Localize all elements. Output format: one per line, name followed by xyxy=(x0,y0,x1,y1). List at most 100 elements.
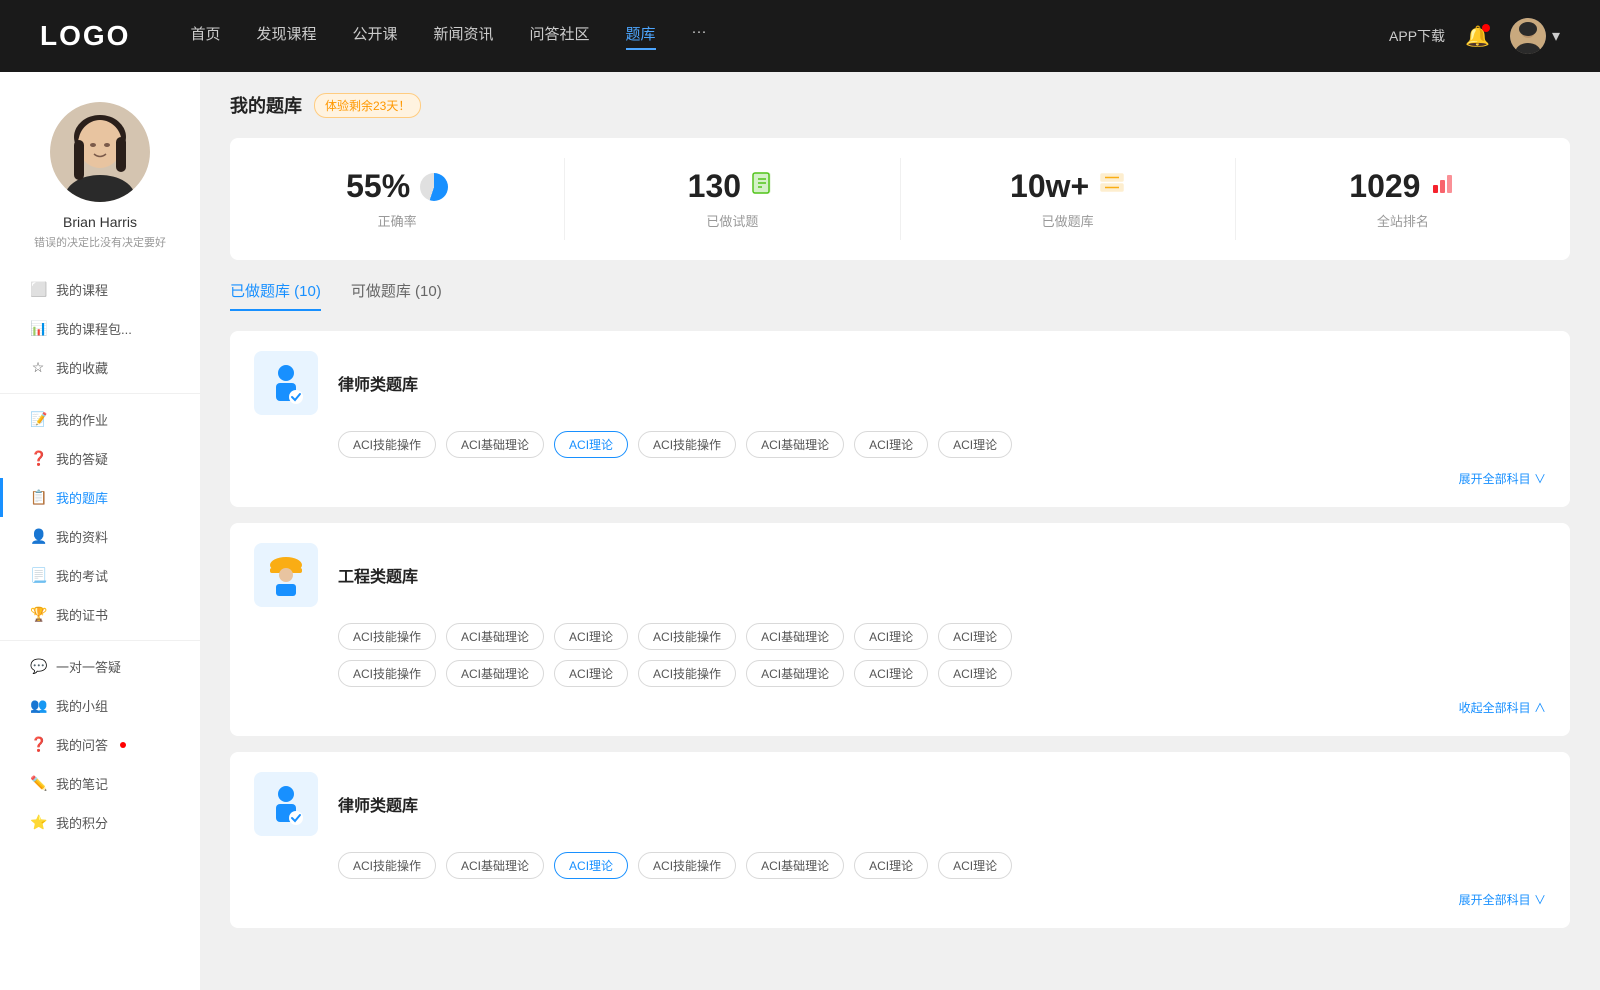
tag-1-5[interactable]: ACI基础理论 xyxy=(746,431,844,458)
nav-news[interactable]: 新闻资讯 xyxy=(434,23,494,50)
tag-2-8[interactable]: ACI技能操作 xyxy=(338,660,436,687)
stat-accuracy: 55% 正确率 xyxy=(230,158,565,240)
expand-footer-3[interactable]: 展开全部科目 ∨ xyxy=(254,891,1546,908)
notification-bell[interactable]: 🔔 xyxy=(1465,24,1490,49)
tag-2-2[interactable]: ACI基础理论 xyxy=(446,623,544,650)
tags-row-3: ACI技能操作 ACI基础理论 ACI理论 ACI技能操作 ACI基础理论 AC… xyxy=(254,852,1546,879)
logo[interactable]: LOGO xyxy=(40,20,130,52)
sidebar-item-profile[interactable]: 👤 我的资料 xyxy=(0,517,200,556)
sidebar-item-exam[interactable]: 📃 我的考试 xyxy=(0,556,200,595)
group-icon: 👥 xyxy=(30,697,46,714)
collapse-footer-2[interactable]: 收起全部科目 ∧ xyxy=(254,699,1546,716)
done-banks-value: 10w+ xyxy=(1010,168,1089,205)
app-download-button[interactable]: APP下载 xyxy=(1389,26,1445,46)
done-banks-label: 已做题库 xyxy=(921,211,1215,230)
tag-3-5[interactable]: ACI基础理论 xyxy=(746,852,844,879)
tab-done[interactable]: 已做题库 (10) xyxy=(230,280,321,311)
avatar xyxy=(1510,18,1546,54)
exam-icon: 📃 xyxy=(30,567,46,584)
nav-questionbank[interactable]: 题库 xyxy=(626,23,656,50)
lawyer-icon-1 xyxy=(254,351,318,415)
list-icon xyxy=(1099,171,1125,203)
tag-2-3[interactable]: ACI理论 xyxy=(554,623,628,650)
sidebar-item-homework[interactable]: 📝 我的作业 xyxy=(0,400,200,439)
divider-2 xyxy=(0,640,200,641)
tag-3-6[interactable]: ACI理论 xyxy=(854,852,928,879)
tag-2-5[interactable]: ACI基础理论 xyxy=(746,623,844,650)
sidebar-item-one-on-one[interactable]: 💬 一对一答疑 xyxy=(0,647,200,686)
done-questions-label: 已做试题 xyxy=(585,211,879,230)
qbank-card-2: 工程类题库 ACI技能操作 ACI基础理论 ACI理论 ACI技能操作 ACI基… xyxy=(230,523,1570,736)
qa-notification-badge xyxy=(120,742,126,748)
my-course-icon: ⬜ xyxy=(30,281,46,298)
navbar-right: APP下载 🔔 ▾ xyxy=(1389,18,1560,54)
tags-row-2a: ACI技能操作 ACI基础理论 ACI理论 ACI技能操作 ACI基础理论 AC… xyxy=(254,623,1546,650)
sidebar-item-certificate[interactable]: 🏆 我的证书 xyxy=(0,595,200,634)
questions-icon: ❓ xyxy=(30,450,46,467)
tag-2-7[interactable]: ACI理论 xyxy=(938,623,1012,650)
tag-2-12[interactable]: ACI基础理论 xyxy=(746,660,844,687)
tag-2-9[interactable]: ACI基础理论 xyxy=(446,660,544,687)
sidebar-item-favorites[interactable]: ☆ 我的收藏 xyxy=(0,348,200,387)
ranking-label: 全站排名 xyxy=(1256,211,1550,230)
page-title: 我的题库 xyxy=(230,92,302,118)
trial-badge: 体验剩余23天！ xyxy=(314,93,421,118)
tag-1-6[interactable]: ACI理论 xyxy=(854,431,928,458)
tag-2-1[interactable]: ACI技能操作 xyxy=(338,623,436,650)
sidebar-item-questions[interactable]: ❓ 我的答疑 xyxy=(0,439,200,478)
tag-2-4[interactable]: ACI技能操作 xyxy=(638,623,736,650)
tag-2-13[interactable]: ACI理论 xyxy=(854,660,928,687)
tag-2-14[interactable]: ACI理论 xyxy=(938,660,1012,687)
nav-open-course[interactable]: 公开课 xyxy=(352,23,397,50)
engineer-icon-1 xyxy=(254,543,318,607)
favorites-icon: ☆ xyxy=(30,359,46,376)
nav-home[interactable]: 首页 xyxy=(190,23,220,50)
nav-qa[interactable]: 问答社区 xyxy=(530,23,590,50)
stat-done-banks: 10w+ 已做题库 xyxy=(901,158,1236,240)
tag-2-11[interactable]: ACI技能操作 xyxy=(638,660,736,687)
tag-2-10[interactable]: ACI理论 xyxy=(554,660,628,687)
tab-available[interactable]: 可做题库 (10) xyxy=(351,280,442,311)
sidebar-item-questionbank[interactable]: 📋 我的题库 xyxy=(0,478,200,517)
expand-footer-1[interactable]: 展开全部科目 ∨ xyxy=(254,470,1546,487)
sidebar-item-group[interactable]: 👥 我的小组 xyxy=(0,686,200,725)
points-icon: ⭐ xyxy=(30,814,46,831)
user-avatar-menu[interactable]: ▾ xyxy=(1510,18,1560,54)
questionbank-icon: 📋 xyxy=(30,489,46,506)
tag-1-1[interactable]: ACI技能操作 xyxy=(338,431,436,458)
sidebar-item-notes[interactable]: ✏️ 我的笔记 xyxy=(0,764,200,803)
one-on-one-icon: 💬 xyxy=(30,658,46,675)
lawyer-icon-3 xyxy=(254,772,318,836)
stat-ranking: 1029 全站排名 xyxy=(1236,158,1570,240)
notes-icon: ✏️ xyxy=(30,775,46,792)
tag-3-7[interactable]: ACI理论 xyxy=(938,852,1012,879)
tag-3-2[interactable]: ACI基础理论 xyxy=(446,852,544,879)
tag-1-7[interactable]: ACI理论 xyxy=(938,431,1012,458)
sidebar-item-course-package[interactable]: 📊 我的课程包... xyxy=(0,309,200,348)
sidebar-item-my-qa[interactable]: ❓ 我的问答 xyxy=(0,725,200,764)
done-questions-value: 130 xyxy=(688,168,741,205)
profile-motto: 错误的决定比没有决定要好 xyxy=(34,234,166,250)
tag-1-4[interactable]: ACI技能操作 xyxy=(638,431,736,458)
tags-row-1: ACI技能操作 ACI基础理论 ACI理论 ACI技能操作 ACI基础理论 AC… xyxy=(254,431,1546,458)
main-layout: Brian Harris 错误的决定比没有决定要好 ⬜ 我的课程 📊 我的课程包… xyxy=(0,72,1600,990)
qbank-tabs: 已做题库 (10) 可做题库 (10) xyxy=(230,280,1570,311)
divider-1 xyxy=(0,393,200,394)
tag-1-3[interactable]: ACI理论 xyxy=(554,431,628,458)
profile-avatar xyxy=(50,102,150,202)
sidebar-item-my-course[interactable]: ⬜ 我的课程 xyxy=(0,270,200,309)
doc-icon xyxy=(751,171,777,203)
nav-more[interactable]: ··· xyxy=(692,23,707,50)
tag-3-1[interactable]: ACI技能操作 xyxy=(338,852,436,879)
tag-1-2[interactable]: ACI基础理论 xyxy=(446,431,544,458)
nav-discover[interactable]: 发现课程 xyxy=(256,23,316,50)
qbank-card-3: 律师类题库 ACI技能操作 ACI基础理论 ACI理论 ACI技能操作 ACI基… xyxy=(230,752,1570,928)
tag-2-6[interactable]: ACI理论 xyxy=(854,623,928,650)
sidebar-item-points[interactable]: ⭐ 我的积分 xyxy=(0,803,200,842)
tag-3-3[interactable]: ACI理论 xyxy=(554,852,628,879)
qbank-name-3: 律师类题库 xyxy=(338,792,418,816)
sidebar-menu: ⬜ 我的课程 📊 我的课程包... ☆ 我的收藏 📝 我的作业 ❓ 我的答疑 📋 xyxy=(0,270,200,842)
nav-menu: 首页 发现课程 公开课 新闻资讯 问答社区 题库 ··· xyxy=(190,23,1389,50)
tag-3-4[interactable]: ACI技能操作 xyxy=(638,852,736,879)
profile-name: Brian Harris xyxy=(63,214,137,230)
